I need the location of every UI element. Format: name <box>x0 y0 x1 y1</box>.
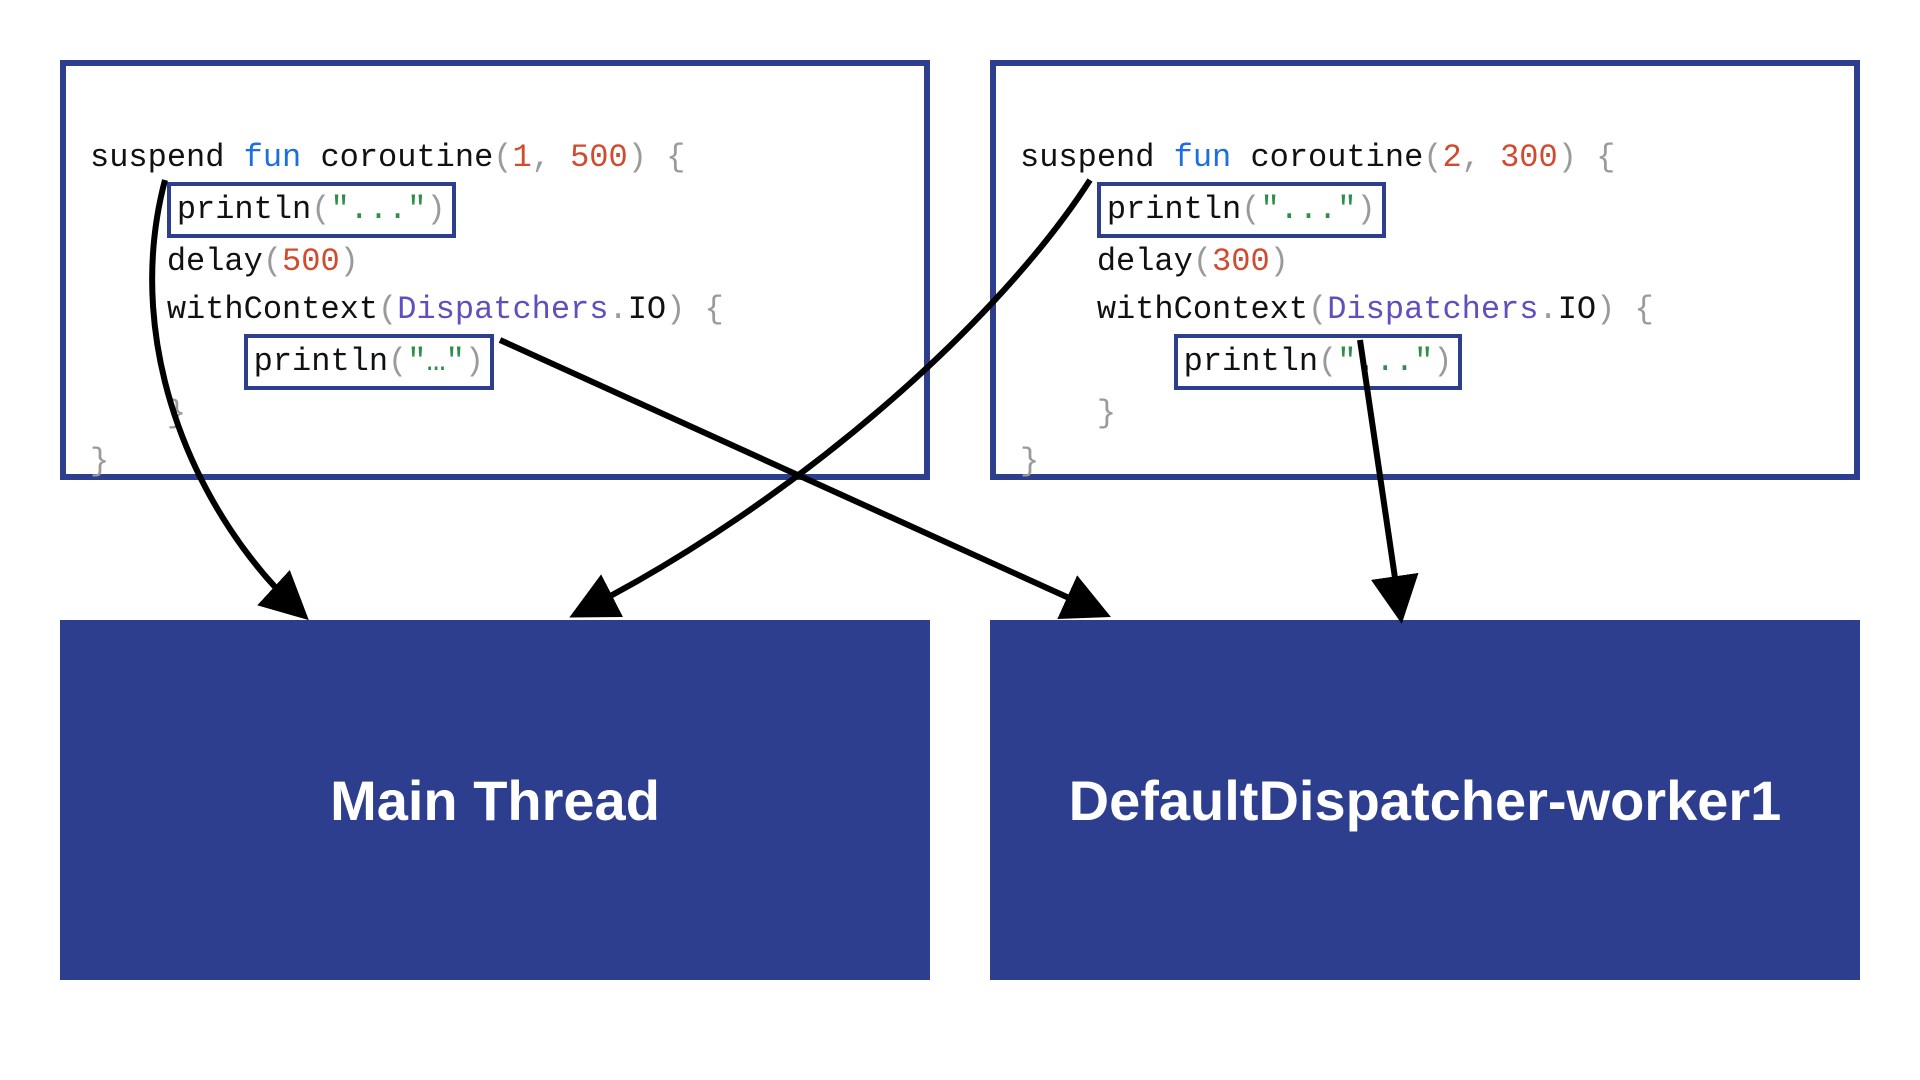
function-name: coroutine <box>1250 139 1423 176</box>
dot: . <box>608 291 627 328</box>
code-box-left: suspend fun coroutine(1, 500) { println(… <box>60 60 930 480</box>
dispatchers: Dispatchers <box>1327 291 1538 328</box>
brace: { <box>1635 291 1654 328</box>
highlight-println-1: println("...") <box>1097 182 1386 238</box>
paren: ) <box>666 291 685 328</box>
delay-fn: delay <box>167 243 263 280</box>
paren: ) <box>1270 243 1289 280</box>
println-fn: println <box>1184 343 1318 380</box>
string-literal: "..." <box>1337 343 1433 380</box>
println-fn: println <box>254 343 388 380</box>
string-literal: "..." <box>1260 191 1356 228</box>
paren: ( <box>1308 291 1327 328</box>
highlight-println-2: println("…") <box>244 334 494 390</box>
arg-number: 2 <box>1442 139 1461 176</box>
code-box-right: suspend fun coroutine(2, 300) { println(… <box>990 60 1860 480</box>
function-name: coroutine <box>320 139 493 176</box>
comma: , <box>532 139 551 176</box>
io: IO <box>628 291 666 328</box>
paren: ) <box>426 191 445 228</box>
brace: } <box>90 443 109 480</box>
dot: . <box>1538 291 1557 328</box>
paren: ( <box>378 291 397 328</box>
arg-number: 300 <box>1500 139 1558 176</box>
paren: ) <box>1433 343 1452 380</box>
string-literal: "..." <box>330 191 426 228</box>
paren: ( <box>263 243 282 280</box>
worker-thread-box: DefaultDispatcher-worker1 <box>990 620 1860 980</box>
delay-fn: delay <box>1097 243 1193 280</box>
paren: ( <box>493 139 512 176</box>
brace: } <box>167 395 186 432</box>
worker-thread-label: DefaultDispatcher-worker1 <box>1069 768 1782 833</box>
keyword-fun: fun <box>1174 139 1232 176</box>
paren: ( <box>1318 343 1337 380</box>
paren: ( <box>1193 243 1212 280</box>
keyword-fun: fun <box>244 139 302 176</box>
main-thread-label: Main Thread <box>330 768 660 833</box>
keyword-suspend: suspend <box>1020 139 1154 176</box>
dispatchers: Dispatchers <box>397 291 608 328</box>
brace: } <box>1097 395 1116 432</box>
brace: { <box>705 291 724 328</box>
paren: ( <box>1423 139 1442 176</box>
brace: { <box>1596 139 1615 176</box>
withcontext-fn: withContext <box>1097 291 1308 328</box>
println-fn: println <box>1107 191 1241 228</box>
paren: ) <box>465 343 484 380</box>
delay-arg: 300 <box>1212 243 1270 280</box>
brace: } <box>1020 443 1039 480</box>
withcontext-fn: withContext <box>167 291 378 328</box>
io: IO <box>1558 291 1596 328</box>
paren: ) <box>1596 291 1615 328</box>
paren: ) <box>1356 191 1375 228</box>
arg-number: 500 <box>570 139 628 176</box>
paren: ) <box>628 139 647 176</box>
paren: ) <box>1558 139 1577 176</box>
keyword-suspend: suspend <box>90 139 224 176</box>
brace: { <box>666 139 685 176</box>
paren: ( <box>311 191 330 228</box>
highlight-println-1: println("...") <box>167 182 456 238</box>
paren: ( <box>1241 191 1260 228</box>
paren: ( <box>388 343 407 380</box>
main-thread-box: Main Thread <box>60 620 930 980</box>
string-literal: "…" <box>407 343 465 380</box>
arg-number: 1 <box>512 139 531 176</box>
highlight-println-2: println("...") <box>1174 334 1463 390</box>
println-fn: println <box>177 191 311 228</box>
comma: , <box>1462 139 1481 176</box>
paren: ) <box>340 243 359 280</box>
delay-arg: 500 <box>282 243 340 280</box>
